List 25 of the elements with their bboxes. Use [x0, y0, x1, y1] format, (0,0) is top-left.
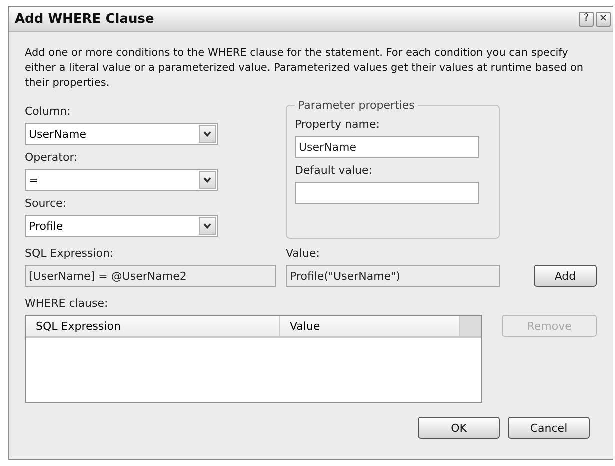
property-name-field[interactable]: UserName — [295, 136, 479, 158]
group-title: Parameter properties — [297, 99, 416, 112]
field-label: Default value: — [295, 164, 374, 177]
window-title: Add WHERE Clause — [15, 12, 154, 26]
description-text: Add one or more conditions to the WHERE clause for the statement. For each condition you can specify either a literal value or a parameterized value. Parameterized values get their values at runtime based on their properties. — [25, 46, 585, 91]
ok-button[interactable]: OK — [418, 417, 500, 439]
column-header[interactable]: SQL Expression — [26, 316, 280, 336]
source-dropdown[interactable]: Profile — [25, 215, 218, 237]
field-label: Operator: — [25, 151, 79, 164]
field-label: SQL Expression: — [25, 247, 115, 260]
header-filler — [460, 316, 482, 336]
value-field[interactable]: Profile("UserName") — [286, 265, 500, 287]
field-label: Value: — [286, 247, 321, 260]
field-label: Property name: — [295, 118, 381, 131]
cancel-button[interactable]: Cancel — [508, 417, 590, 439]
field-label: WHERE clause: — [25, 297, 110, 310]
default-value-field[interactable] — [295, 182, 479, 204]
add-button[interactable]: Add — [534, 265, 597, 287]
close-button[interactable]: × — [596, 12, 611, 26]
field-label: Source: — [25, 197, 68, 210]
help-button[interactable]: ? — [579, 12, 594, 26]
operator-dropdown[interactable]: = — [25, 169, 218, 191]
sql-expression-field[interactable]: [UserName] = @UserName2 — [25, 265, 276, 287]
column-dropdown[interactable]: UserName — [25, 123, 218, 145]
field-label: Column: — [25, 105, 72, 118]
